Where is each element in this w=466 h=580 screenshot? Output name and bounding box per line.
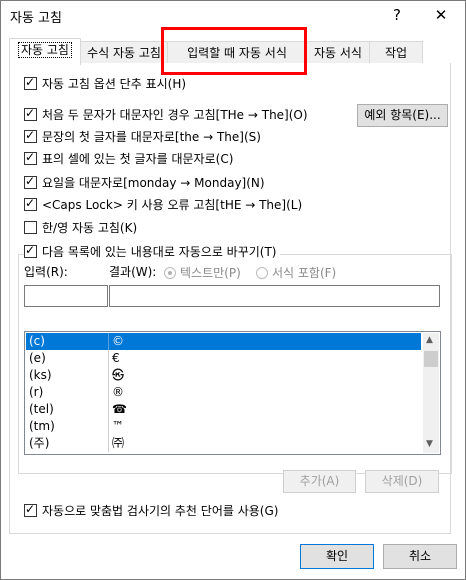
use-speller-option[interactable]: 자동으로 맞춤법 검사기의 추천 단어를 사용(G) — [24, 502, 278, 518]
option-label: 자동 고침 옵션 단추 표시(H) — [42, 76, 187, 91]
radio-formatted-text[interactable]: 서식 포함(F) — [256, 264, 336, 281]
option-label: <Caps Lock> 키 사용 오류 고침[tHE → The](L) — [42, 197, 303, 212]
list-scrollbar[interactable]: ▲ ▼ — [423, 333, 439, 453]
list-item[interactable]: (r) ® — [26, 384, 421, 401]
checkbox-checked-icon[interactable] — [24, 150, 37, 165]
option-label: 처음 두 문자가 대문자인 경우 고침[THe → The](O) — [42, 107, 308, 122]
tab-math-autocorrect[interactable]: 수식 자동 고침 — [79, 41, 169, 64]
close-button[interactable]: ✕ — [421, 2, 461, 28]
list-item[interactable]: (c) © — [26, 333, 421, 350]
dialog-title: 자동 고침 — [10, 11, 62, 26]
scroll-up-icon[interactable]: ▲ — [426, 335, 433, 345]
checkbox-checked-icon[interactable] — [24, 75, 37, 90]
list-item[interactable]: (e) € — [26, 350, 421, 367]
option-label: 요일을 대문자로[monday → Monday](N) — [42, 175, 265, 190]
cancel-button[interactable]: 취소 — [383, 544, 457, 569]
replace-input-label: 입력(R): — [24, 265, 68, 279]
tab-autoformat[interactable]: 자동 서식 — [305, 41, 371, 64]
replace-input-field[interactable] — [24, 285, 108, 307]
delete-button[interactable]: 삭제(D) — [365, 470, 439, 493]
option-label: 문장의 첫 글자를 대문자로[the → The](S) — [42, 129, 261, 144]
checkbox-unchecked-icon[interactable] — [24, 220, 37, 234]
checkbox-checked-icon[interactable] — [24, 243, 37, 258]
two-initial-caps-option[interactable]: 처음 두 문자가 대문자인 경우 고침[THe → The](O) — [24, 106, 308, 122]
checkbox-checked-icon[interactable] — [24, 106, 37, 121]
first-letter-table-option[interactable]: 표의 셀에 있는 첫 글자를 대문자로(C) — [24, 150, 233, 166]
show-buttons-option[interactable]: 자동 고침 옵션 단추 표시(H) — [24, 75, 186, 91]
list-item[interactable]: (tel) ☎ — [26, 401, 421, 418]
day-names-option[interactable]: 요일을 대문자로[monday → Monday](N) — [24, 174, 265, 190]
option-label: 표의 셀에 있는 첫 글자를 대문자로(C) — [42, 151, 234, 166]
tab-actions[interactable]: 작업 — [369, 41, 423, 64]
replace-text-option[interactable]: 다음 목록에 있는 내용대로 자동으로 바꾸기(T) — [24, 243, 280, 259]
highlight-box — [161, 27, 307, 75]
caps-lock-option[interactable]: <Caps Lock> 키 사용 오류 고침[tHE → The](L) — [24, 196, 302, 212]
hangul-option[interactable]: 한/영 자동 고침(K) — [24, 219, 137, 235]
replacement-list[interactable]: (c) © (e) € (ks) ㉿ (r) ® (tel) ☎ (tm) ™ … — [24, 331, 441, 455]
checkbox-checked-icon[interactable] — [24, 128, 37, 143]
radio-unselected-icon[interactable] — [256, 266, 268, 279]
option-label: 다음 목록에 있는 내용대로 자동으로 바꾸기(T) — [42, 244, 277, 259]
option-label: 자동으로 맞춤법 검사기의 추천 단어를 사용(G) — [42, 503, 279, 518]
checkbox-checked-icon[interactable] — [24, 196, 37, 211]
scrollbar-thumb[interactable] — [424, 351, 438, 367]
list-item[interactable]: (tm) ™ — [26, 418, 421, 435]
radio-selected-icon[interactable] — [164, 266, 176, 279]
replace-result-field[interactable] — [109, 285, 440, 307]
add-button[interactable]: 추가(A) — [283, 470, 356, 493]
option-label: 한/영 자동 고침(K) — [42, 220, 138, 235]
tab-autocorrect[interactable]: 자동 고침 — [9, 38, 81, 65]
checkbox-checked-icon[interactable] — [24, 502, 37, 517]
first-letter-sentence-option[interactable]: 문장의 첫 글자를 대문자로[the → The](S) — [24, 128, 261, 144]
list-item[interactable]: (ks) ㉿ — [26, 367, 421, 384]
help-button[interactable]: ? — [377, 2, 417, 28]
list-item[interactable]: (주) ㈜ — [26, 435, 421, 452]
replace-result-label: 결과(W): — [109, 265, 157, 279]
checkbox-checked-icon[interactable] — [24, 174, 37, 189]
exceptions-button[interactable]: 예외 항목(E)... — [357, 104, 448, 127]
radio-plain-text[interactable]: 텍스트만(P) — [164, 264, 241, 281]
scroll-down-icon[interactable]: ▼ — [426, 439, 433, 449]
ok-button[interactable]: 확인 — [300, 544, 374, 569]
